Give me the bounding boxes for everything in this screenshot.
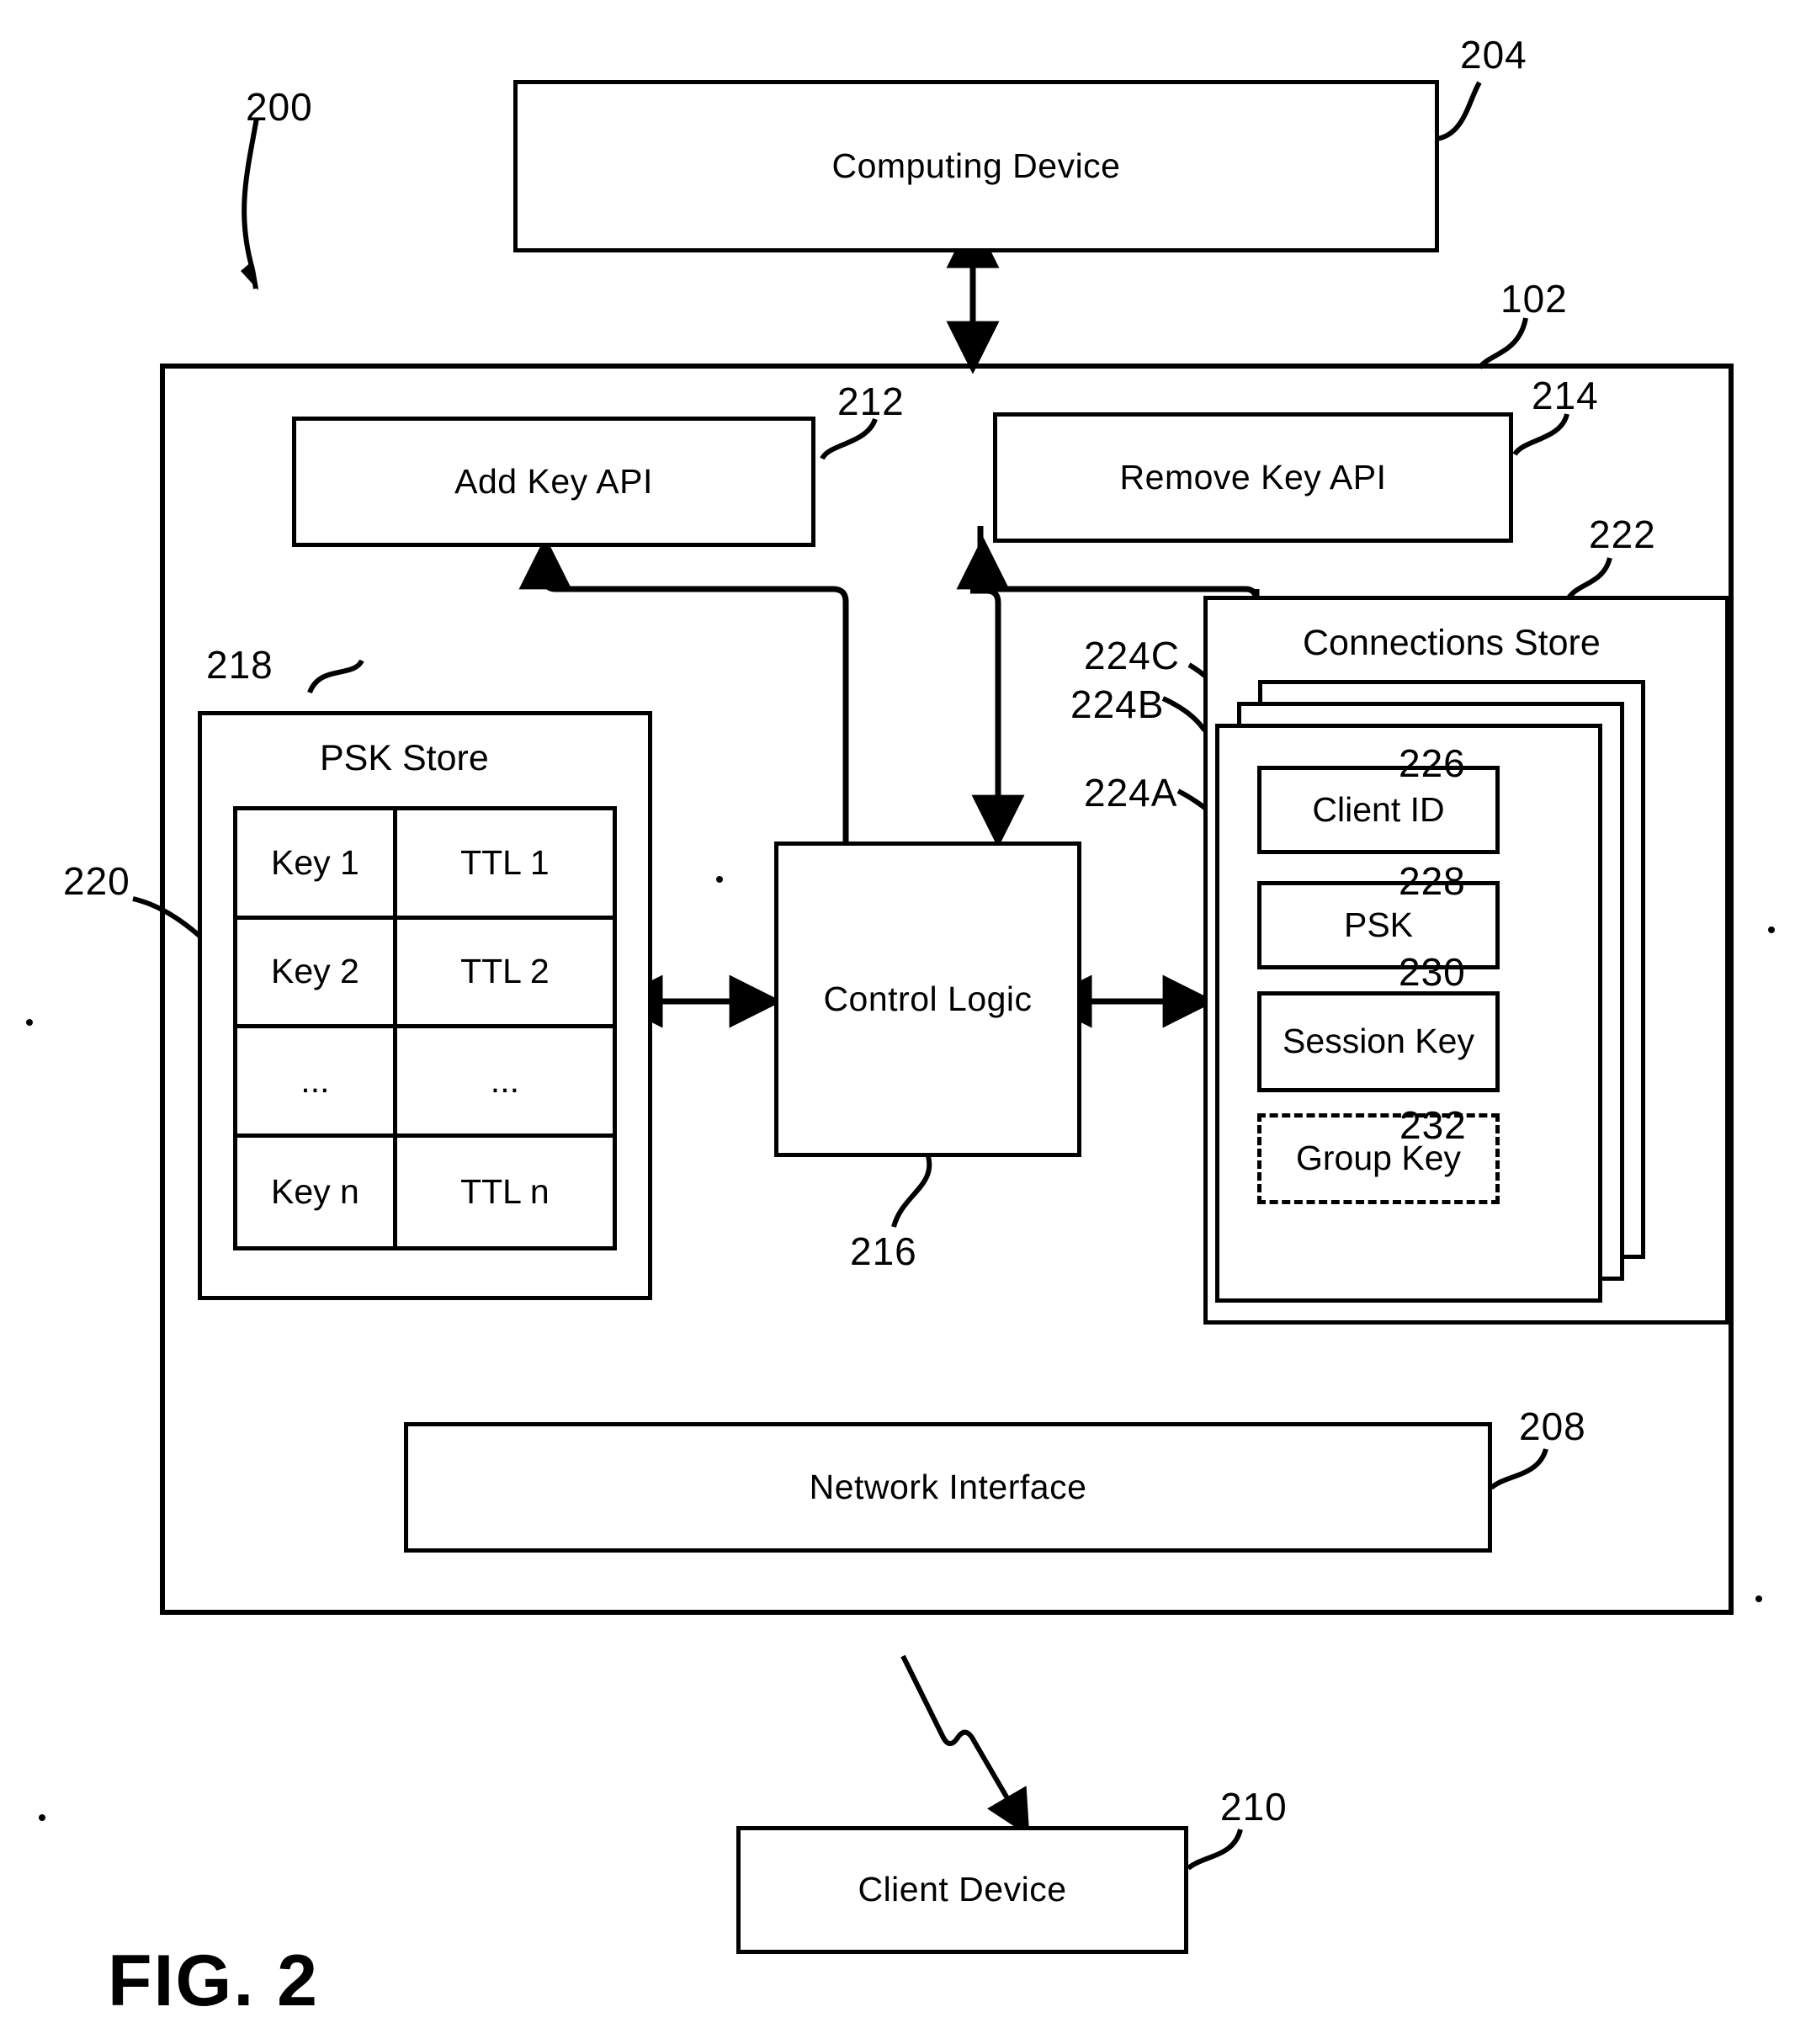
leader-102 bbox=[1477, 317, 1528, 369]
psk-cell-key: ... bbox=[237, 1028, 397, 1138]
patent-figure-page: 200 Computing Device 204 102 Add Key API… bbox=[0, 0, 1811, 2044]
leader-200 bbox=[241, 117, 259, 290]
psk-cell-key: Key 2 bbox=[237, 919, 397, 1028]
session-key-label: Session Key bbox=[1283, 1022, 1474, 1061]
add-key-api-box[interactable]: Add Key API bbox=[292, 417, 815, 547]
computing-device-box: Computing Device bbox=[513, 80, 1439, 252]
psk-store-table: Key 1 TTL 1 Key 2 TTL 2 ... ... Key n TT… bbox=[233, 806, 617, 1250]
ref-204: 204 bbox=[1460, 33, 1527, 77]
control-logic-label: Control Logic bbox=[823, 979, 1033, 1018]
connections-store-label: Connections Store bbox=[1303, 623, 1601, 663]
ref-224a: 224A bbox=[1084, 771, 1178, 815]
ref-212: 212 bbox=[837, 380, 905, 423]
ref-102: 102 bbox=[1500, 277, 1568, 321]
ref-200: 200 bbox=[246, 85, 313, 129]
arrow-network-to-client bbox=[900, 1654, 1030, 1837]
ref-210: 210 bbox=[1220, 1785, 1288, 1829]
control-logic-box: Control Logic bbox=[774, 841, 1081, 1157]
psk-cell-key: Key n bbox=[237, 1137, 397, 1246]
network-interface-label: Network Interface bbox=[809, 1467, 1087, 1506]
ref-228: 228 bbox=[1399, 859, 1466, 903]
psk-cell-key: Key 1 bbox=[237, 810, 397, 920]
ref-226: 226 bbox=[1399, 741, 1466, 785]
session-key-box: Session Key bbox=[1257, 991, 1500, 1092]
psk-field-label: PSK bbox=[1343, 905, 1414, 944]
ref-218: 218 bbox=[206, 643, 274, 687]
network-interface-box: Network Interface bbox=[404, 1422, 1492, 1553]
leader-204 bbox=[1436, 81, 1482, 141]
client-device-box: Client Device bbox=[736, 1826, 1188, 1954]
ref-220: 220 bbox=[63, 859, 130, 903]
add-key-api-label: Add Key API bbox=[454, 461, 653, 501]
ref-216: 216 bbox=[850, 1229, 917, 1273]
ref-224b: 224B bbox=[1070, 682, 1165, 726]
ref-230: 230 bbox=[1399, 950, 1466, 994]
ref-232: 232 bbox=[1399, 1103, 1467, 1147]
psk-cell-ttl: TTL 1 bbox=[396, 810, 613, 920]
figure-caption: FIG. 2 bbox=[108, 1940, 319, 2021]
ref-224c: 224C bbox=[1084, 634, 1180, 677]
leader-210 bbox=[1187, 1829, 1243, 1871]
ref-222: 222 bbox=[1589, 512, 1656, 556]
remove-key-api-box[interactable]: Remove Key API bbox=[993, 412, 1513, 543]
client-id-label: Client ID bbox=[1312, 789, 1445, 829]
ref-208: 208 bbox=[1519, 1404, 1586, 1448]
psk-cell-ttl: TTL n bbox=[460, 1171, 550, 1211]
psk-cell-ttl: ... bbox=[396, 1028, 613, 1138]
ref-214: 214 bbox=[1532, 374, 1599, 417]
remove-key-api-label: Remove Key API bbox=[1119, 457, 1387, 496]
psk-store-label: PSK Store bbox=[320, 738, 489, 778]
psk-cell-ttl: TTL 2 bbox=[396, 920, 613, 1028]
client-device-label: Client Device bbox=[858, 1870, 1067, 1909]
computing-device-label: Computing Device bbox=[831, 146, 1121, 185]
